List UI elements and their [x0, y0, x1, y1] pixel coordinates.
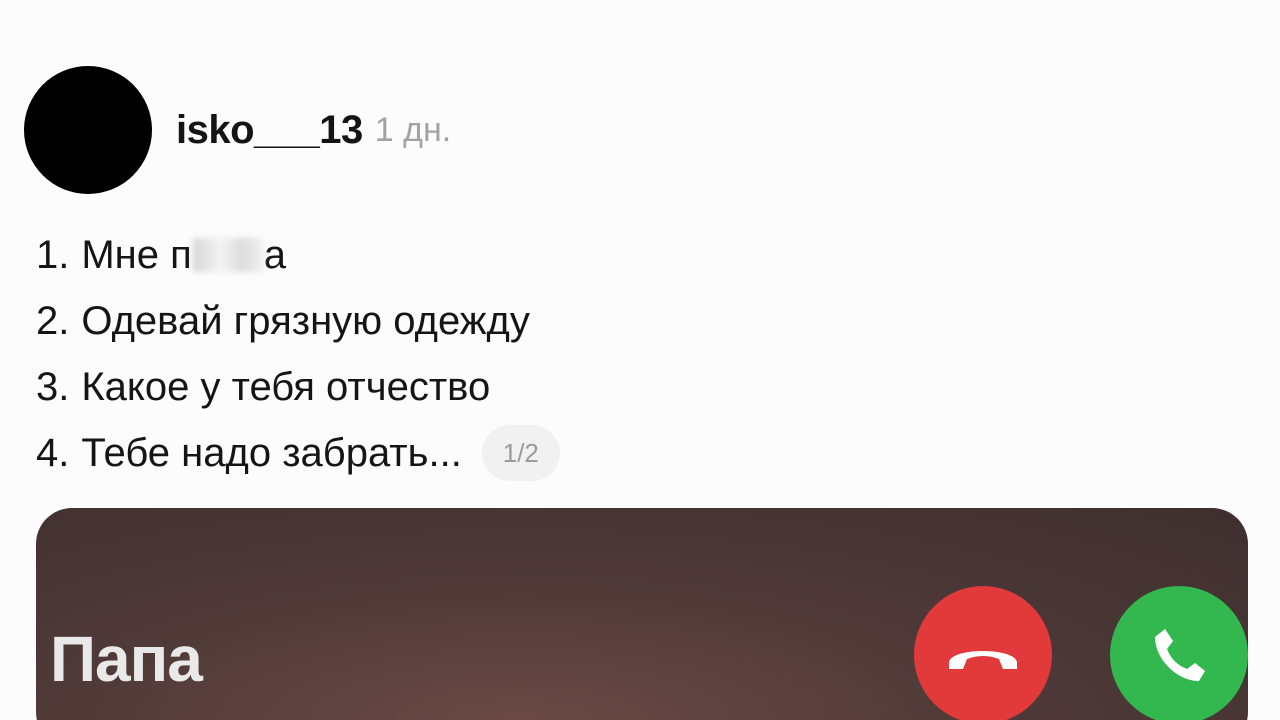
text-line: 2. Одевай грязную одежду: [36, 288, 560, 354]
line-number: 4.: [36, 431, 70, 475]
phone-hangup-icon: [949, 651, 1017, 669]
line-text: Одевай грязную одежду: [81, 299, 530, 343]
post-text: 1. Мне п а 2. Одевай грязную одежду 3. К…: [36, 222, 560, 486]
avatar[interactable]: [24, 66, 152, 194]
decline-call-button: [914, 586, 1052, 720]
media-image[interactable]: Папа: [36, 508, 1248, 720]
line-number: 3.: [36, 365, 70, 409]
post: isko___13 1 дн. 1. Мне п а 2. Одевай гря…: [0, 0, 1280, 720]
line-number: 1.: [36, 233, 70, 277]
text-line: 1. Мне п а: [36, 222, 560, 288]
redacted-text: [192, 238, 263, 272]
line-text[interactable]: Тебе надо забрать...: [81, 424, 461, 482]
phone-icon: [1155, 629, 1205, 681]
page-indicator: 1/2: [481, 425, 560, 481]
line-text: Какое у тебя отчество: [81, 365, 491, 409]
caller-name: Папа: [50, 623, 203, 695]
username[interactable]: isko___13: [176, 108, 363, 153]
post-header: isko___13 1 дн.: [24, 66, 451, 194]
text-line: 4. Тебе надо забрать... 1/2: [36, 420, 560, 486]
accept-call-button: [1110, 586, 1248, 720]
line-text-end: а: [263, 233, 287, 277]
line-text-start: Мне п: [81, 233, 192, 277]
text-line: 3. Какое у тебя отчество: [36, 354, 560, 420]
post-time: 1 дн.: [374, 110, 452, 149]
line-number: 2.: [36, 299, 70, 343]
